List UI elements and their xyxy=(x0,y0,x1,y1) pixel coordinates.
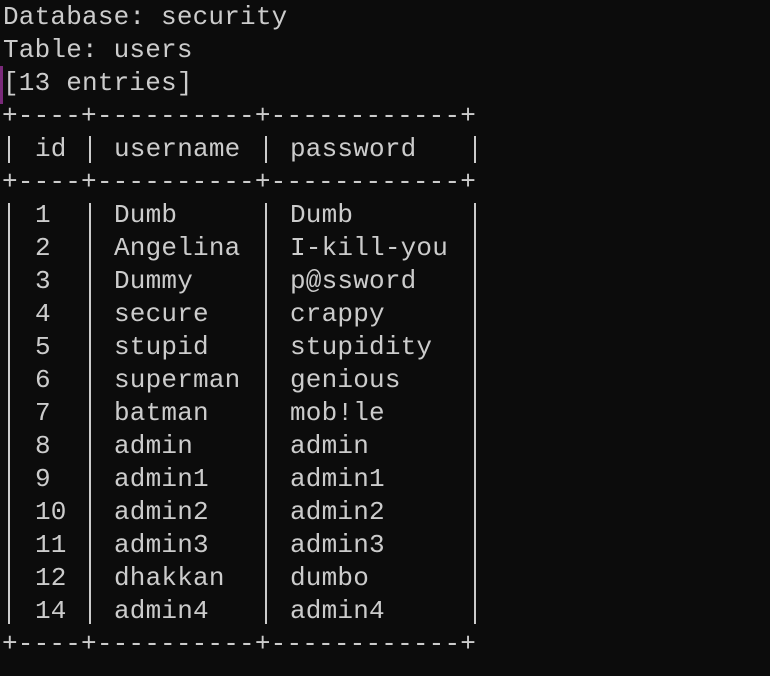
cell-password: Dumb xyxy=(290,200,354,230)
cell-password: admin2 xyxy=(290,497,385,527)
table-border-middle: +----+----------+------------+ xyxy=(2,167,477,197)
data-rows-separator xyxy=(89,203,91,624)
cell-id: 5 xyxy=(35,332,51,362)
cell-password: I-kill-you xyxy=(290,233,449,263)
entries-line: [13 entries] xyxy=(3,68,193,98)
cell-id: 3 xyxy=(35,266,51,296)
cell-username: stupid xyxy=(114,332,209,362)
cell-password: stupidity xyxy=(290,332,433,362)
cell-username: Angelina xyxy=(114,233,241,263)
cell-id: 11 xyxy=(35,530,67,560)
cell-username: secure xyxy=(114,299,209,329)
column-header-id: id xyxy=(35,134,67,164)
cell-username: admin xyxy=(114,431,194,461)
header-row-separator xyxy=(89,136,91,163)
data-rows-separator xyxy=(8,203,10,624)
database-line: Database: security xyxy=(3,2,288,32)
cell-password: admin4 xyxy=(290,596,385,626)
cell-username: admin3 xyxy=(114,530,209,560)
cell-id: 14 xyxy=(35,596,67,626)
data-rows-separator xyxy=(265,203,267,624)
column-header-username: username xyxy=(114,134,241,164)
cell-id: 4 xyxy=(35,299,51,329)
cell-username: Dumb xyxy=(114,200,178,230)
cell-password: admin xyxy=(290,431,370,461)
cell-id: 10 xyxy=(35,497,67,527)
cell-id: 2 xyxy=(35,233,51,263)
cell-username: admin4 xyxy=(114,596,209,626)
cell-id: 8 xyxy=(35,431,51,461)
data-rows-separator xyxy=(474,203,476,624)
cell-username: dhakkan xyxy=(114,563,225,593)
table-border-bottom: +----+----------+------------+ xyxy=(2,629,477,659)
table-line: Table: users xyxy=(3,35,193,65)
cell-id: 6 xyxy=(35,365,51,395)
cell-password: admin1 xyxy=(290,464,385,494)
cell-id: 7 xyxy=(35,398,51,428)
cell-username: admin1 xyxy=(114,464,209,494)
table-border-top: +----+----------+------------+ xyxy=(2,101,477,131)
cell-password: crappy xyxy=(290,299,385,329)
cell-password: genious xyxy=(290,365,401,395)
column-header-password: password xyxy=(290,134,417,164)
cell-username: Dummy xyxy=(114,266,194,296)
terminal-window[interactable]: Database: security Table: users [13 entr… xyxy=(0,0,770,676)
cell-password: dumbo xyxy=(290,563,370,593)
header-row-separator xyxy=(474,136,476,163)
header-row-separator xyxy=(8,136,10,163)
cell-id: 1 xyxy=(35,200,51,230)
cell-password: admin3 xyxy=(290,530,385,560)
cell-username: superman xyxy=(114,365,241,395)
header-row-separator xyxy=(265,136,267,163)
cell-username: batman xyxy=(114,398,209,428)
cell-username: admin2 xyxy=(114,497,209,527)
cell-password: p@ssword xyxy=(290,266,417,296)
cell-id: 12 xyxy=(35,563,67,593)
cell-password: mob!le xyxy=(290,398,385,428)
cell-id: 9 xyxy=(35,464,51,494)
